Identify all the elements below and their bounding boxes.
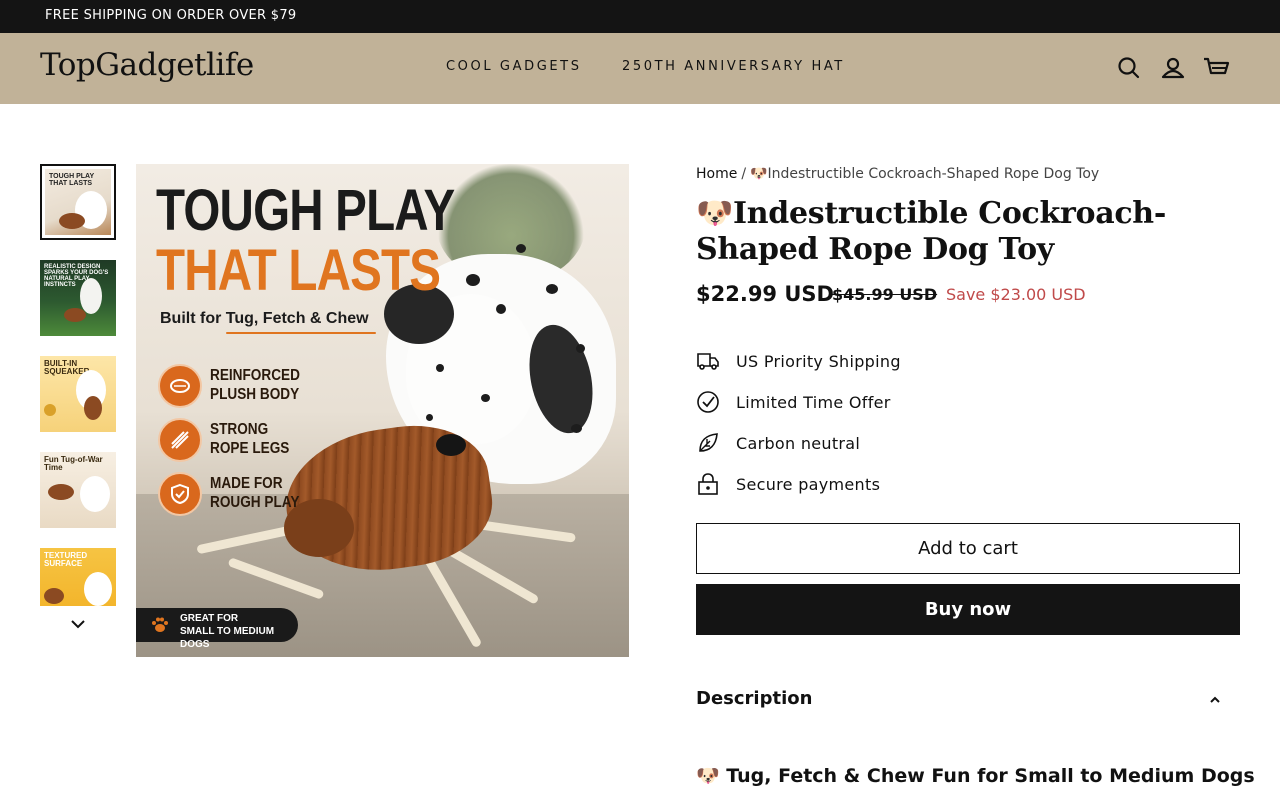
thumbnail-image: REALISTIC DESIGN SPARKS YOUR DOG'S NATUR… (40, 260, 116, 336)
feature-line: ROUGH PLAY (210, 494, 300, 511)
feature-line: MADE FOR (210, 475, 283, 492)
site-header: TopGadgetlife COOL GADGETS 250TH ANNIVER… (0, 33, 1280, 104)
image-headline: TOUGH PLAY (156, 178, 455, 243)
image-headline-accent: THAT LASTS (156, 238, 441, 303)
plush-icon (158, 364, 202, 408)
compare-at-price: $45.99 USD (832, 285, 938, 304)
breadcrumb-current: 🐶Indestructible Cockroach-Shaped Rope Do… (750, 166, 1100, 182)
description-subheading: 🐶 Tug, Fetch & Chew Fun for Small to Med… (696, 765, 1255, 787)
perk-label: Secure payments (736, 475, 881, 494)
breadcrumb: Home / 🐶Indestructible Cockroach-Shaped Ro… (696, 166, 1099, 182)
breadcrumb-home-link[interactable]: Home (696, 166, 737, 182)
chevron-down-icon[interactable] (68, 615, 88, 633)
site-logo[interactable]: TopGadgetlife (40, 47, 254, 83)
divider (226, 332, 376, 334)
thumbnail-caption: TEXTURED SURFACE (44, 551, 88, 568)
truck-icon (697, 353, 719, 370)
thumbnail-1[interactable]: TOUGH PLAY THAT LASTS (40, 164, 116, 240)
feature-badge: STRONG ROPE LEGS (158, 418, 358, 464)
thumbnail-image: TEXTURED SURFACE (40, 548, 116, 606)
savings-label: Save $23.00 USD (946, 285, 1086, 304)
badge-line: GREAT FOR (180, 613, 239, 624)
thumbnail-5[interactable]: TEXTURED SURFACE (40, 548, 116, 606)
thumbnail-caption: REALISTIC DESIGN SPARKS YOUR DOG'S NATUR… (44, 264, 109, 288)
product-title: 🐶Indestructible Cockroach-Shaped Rope Do… (696, 196, 1166, 267)
thumbnail-3[interactable]: BUILT-IN SQUEAKER (40, 356, 116, 432)
main-product-image[interactable]: TOUGH PLAY THAT LASTS Built for Tug, Fet… (136, 164, 629, 657)
perk-label: US Priority Shipping (736, 352, 901, 371)
perk-label: Carbon neutral (736, 434, 861, 453)
thumbnail-caption: BUILT-IN SQUEAKER (44, 359, 90, 376)
product-price: $22.99 USD (696, 282, 834, 306)
image-subhead: Built for Tug, Fetch & Chew (160, 310, 369, 327)
thumbnail-caption: Fun Tug-of-War Time (44, 455, 103, 472)
add-to-cart-button[interactable]: Add to cart (696, 523, 1240, 574)
breadcrumb-separator: / (741, 166, 747, 182)
perk-label: Limited Time Offer (736, 393, 891, 412)
shield-icon (158, 472, 202, 516)
feature-line: ROPE LEGS (210, 440, 290, 457)
search-icon[interactable] (1114, 53, 1144, 83)
thumbnail-image: BUILT-IN SQUEAKER (40, 356, 116, 432)
badge-line: SMALL TO MEDIUM DOGS (180, 626, 275, 650)
description-toggle[interactable]: Description (696, 686, 1240, 714)
leaf-icon (699, 433, 718, 452)
chevron-up-icon (1210, 696, 1220, 703)
feature-badge: MADE FOR ROUGH PLAY (158, 472, 358, 518)
size-badge: GREAT FOR SMALL TO MEDIUM DOGS (136, 608, 298, 650)
nav-link-anniversary-hat[interactable]: 250TH ANNIVERSARY HAT (622, 59, 845, 74)
check-circle-icon (697, 391, 719, 413)
thumbnail-image: Fun Tug-of-War Time (40, 452, 116, 528)
thumbnail-2[interactable]: REALISTIC DESIGN SPARKS YOUR DOG'S NATUR… (40, 260, 116, 336)
nav-link-cool-gadgets[interactable]: COOL GADGETS (446, 59, 582, 74)
rope-icon (158, 418, 202, 462)
announcement-text: FREE SHIPPING ON ORDER OVER $79 (45, 8, 297, 23)
thumbnail-4[interactable]: Fun Tug-of-War Time (40, 452, 116, 528)
dog-nose (436, 434, 466, 456)
feature-line: PLUSH BODY (210, 386, 300, 403)
feature-badge: REINFORCED PLUSH BODY (158, 364, 358, 410)
cart-icon[interactable] (1201, 53, 1231, 83)
paw-icon (150, 615, 170, 635)
buy-now-button[interactable]: Buy now (696, 584, 1240, 635)
account-icon[interactable] (1158, 53, 1188, 83)
lock-icon (698, 473, 718, 495)
feature-line: STRONG (210, 421, 269, 438)
thumbnail-caption: TOUGH PLAY THAT LASTS (49, 173, 94, 187)
description-label: Description (696, 688, 813, 709)
announcement-bar: FREE SHIPPING ON ORDER OVER $79 (0, 0, 1280, 33)
feature-line: REINFORCED (210, 367, 300, 384)
thumbnail-image: TOUGH PLAY THAT LASTS (45, 169, 111, 235)
